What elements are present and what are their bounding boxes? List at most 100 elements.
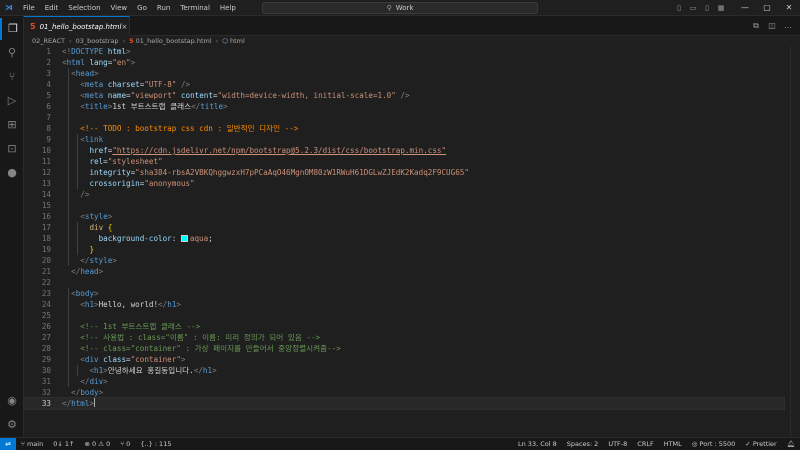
code-line: 6 <title>1st 부트스트랩 클래스</title>	[46, 102, 228, 111]
menu-help[interactable]: Help	[215, 4, 241, 12]
code-line: 32 </body>	[41, 388, 104, 397]
maximize-icon[interactable]: ▢	[756, 0, 778, 16]
code-line: 9 <link	[46, 135, 104, 144]
close-window-icon[interactable]: ✕	[778, 0, 800, 16]
code-line: 3 <head>	[46, 69, 99, 78]
code-line: 15	[41, 201, 51, 210]
end-of-line[interactable]: CRLF	[632, 440, 658, 448]
element-icon: ⬡	[222, 37, 228, 45]
code-line: 7	[46, 113, 51, 122]
breadcrumb: 02_REACT › 03_bootstrap › 5 01_hello_boo…	[24, 36, 800, 46]
breadcrumb-folder-bootstrap[interactable]: 03_bootstrap	[76, 37, 119, 45]
code-line: 8 <!-- TODO : bootstrap css cdn : 일반적인 디…	[46, 124, 299, 133]
code-line: 11 rel="stylesheet"	[41, 157, 163, 166]
search-icon: ⚲	[386, 4, 392, 12]
toggle-sidebar-icon[interactable]: ▯	[672, 0, 686, 16]
toggle-secondary-sidebar-icon[interactable]: ▯	[700, 0, 714, 16]
menu-edit[interactable]: Edit	[40, 4, 64, 12]
layout-controls: ▯ ▭ ▯ ▦	[672, 0, 728, 16]
cursor-position[interactable]: Ln 33, Col 8	[513, 440, 562, 448]
code-line: 1 <!DOCTYPE html>	[46, 47, 131, 56]
breadcrumb-file[interactable]: 01_hello_bootstap.html	[136, 37, 212, 45]
more-actions-icon[interactable]: …	[780, 16, 796, 36]
tab-label: 01_hello_bootstap.html	[39, 22, 122, 31]
code-line: 22	[41, 278, 51, 287]
menu-file[interactable]: File	[18, 4, 40, 12]
code-line: 2 <html lang="en">	[46, 58, 136, 67]
code-line: 20 </style>	[41, 256, 117, 265]
selection-info[interactable]: {..} : 115	[135, 440, 176, 448]
menu-run[interactable]: Run	[152, 4, 175, 12]
chevron-right-icon: ›	[69, 37, 72, 45]
breadcrumb-symbol-html[interactable]: html	[230, 37, 245, 45]
vertical-scrollbar[interactable]	[790, 46, 800, 437]
code-line: 5 <meta name="viewport" content="width=d…	[46, 91, 410, 100]
extensions-icon[interactable]: ⊞	[0, 114, 24, 136]
search-label: Work	[395, 4, 414, 12]
editor-actions: ⧉ ◫ …	[748, 16, 796, 36]
code-line: 12 integrity="sha384-rbsA2VBKQhggwzxH7pP…	[41, 168, 469, 177]
live-server-port[interactable]: ◎ Port : 5500	[687, 440, 741, 448]
chevron-right-icon: ›	[215, 37, 219, 45]
window-controls: — ▢ ✕	[734, 0, 800, 16]
menu-view[interactable]: View	[106, 4, 133, 12]
color-swatch[interactable]	[180, 235, 188, 242]
github-icon[interactable]: ●	[0, 162, 24, 184]
minimize-icon[interactable]: —	[734, 0, 756, 16]
breadcrumb-folder-react[interactable]: 02_REACT	[32, 37, 65, 45]
code-line: 23 <body>	[41, 289, 99, 298]
code-line: 10 href="https://cdn.jsdelivr.net/npm/bo…	[41, 146, 447, 155]
code-line-current: 33 </html>	[23, 397, 785, 410]
close-icon[interactable]: ×	[121, 23, 127, 31]
chevron-right-icon: ›	[122, 37, 126, 45]
code-line: 30 <h1>안녕하세요 홍길동입니다.</h1>	[41, 366, 217, 375]
check-icon: ✓	[745, 440, 753, 448]
code-line: 13 crossorigin="anonymous"	[41, 179, 195, 188]
source-control-icon[interactable]: ⑂	[0, 66, 24, 88]
search-icon[interactable]: ⚲	[0, 42, 24, 64]
account-icon[interactable]: ◉	[0, 390, 24, 412]
code-line: 29 <div class="container">	[41, 355, 186, 364]
remote-indicator-icon[interactable]: ⇌	[0, 437, 16, 450]
problems-status[interactable]: ⊗ 0 ⚠ 0	[79, 440, 115, 448]
broadcast-icon: ◎	[691, 440, 700, 448]
code-line: 28 <!-- class="container" : 가상 페이지를 만들어서…	[41, 344, 341, 353]
text-cursor	[94, 398, 96, 407]
prettier-status[interactable]: ✓ Prettier	[740, 440, 781, 448]
ports-status[interactable]: ⑂ 0	[115, 440, 135, 448]
menu-go[interactable]: Go	[132, 4, 152, 12]
tab-html-file[interactable]: 5 01_hello_bootstap.html ×	[24, 16, 130, 36]
code-line: 17 div {	[41, 223, 113, 232]
open-preview-icon[interactable]: ⧉	[748, 16, 764, 36]
branch-indicator[interactable]: ⑂ main	[16, 440, 48, 448]
settings-gear-icon[interactable]: ⚙	[0, 414, 24, 436]
language-mode[interactable]: HTML	[659, 440, 687, 448]
activity-bar: ❐ ⚲ ⑂ ▷ ⊞ ⊡ ● ◉ ⚙	[0, 16, 24, 437]
code-line: 19 }	[41, 245, 95, 254]
code-line: 18 background-color: aqua;	[41, 234, 213, 243]
html5-file-icon: 5	[30, 22, 36, 31]
code-line: 4 <meta charset="UTF-8" />	[46, 80, 191, 89]
toggle-panel-icon[interactable]: ▭	[686, 0, 700, 16]
code-line: 31 </div>	[41, 377, 108, 386]
sync-status[interactable]: 0↓ 1↑	[48, 440, 79, 448]
title-bar: ⋊ File Edit Selection View Go Run Termin…	[0, 0, 800, 16]
code-line: 16 <style>	[41, 212, 113, 221]
split-editor-icon[interactable]: ◫	[764, 16, 780, 36]
customize-layout-icon[interactable]: ▦	[714, 0, 728, 16]
html5-file-icon: 5	[129, 37, 134, 45]
encoding[interactable]: UTF-8	[603, 440, 632, 448]
status-bar: ⇌ ⑂ main 0↓ 1↑ ⊗ 0 ⚠ 0 ⑂ 0 {..} : 115 Ln…	[0, 437, 800, 450]
indentation[interactable]: Spaces: 2	[562, 440, 604, 448]
menu-terminal[interactable]: Terminal	[175, 4, 215, 12]
code-line: 25	[41, 311, 51, 320]
command-center-search[interactable]: ⚲ Work	[262, 2, 538, 14]
run-debug-icon[interactable]: ▷	[0, 90, 24, 112]
explorer-icon[interactable]: ❐	[0, 18, 24, 40]
vscode-logo-icon: ⋊	[5, 3, 13, 12]
remote-explorer-icon[interactable]: ⊡	[0, 138, 24, 160]
code-editor[interactable]: 1 <!DOCTYPE html> 2 <html lang="en"> 3 <he…	[23, 46, 800, 437]
menu-selection[interactable]: Selection	[63, 4, 105, 12]
editor-tab-bar: 5 01_hello_bootstap.html × ⧉ ◫ …	[24, 16, 800, 36]
notifications-icon[interactable]: 🔔︎	[782, 440, 800, 448]
